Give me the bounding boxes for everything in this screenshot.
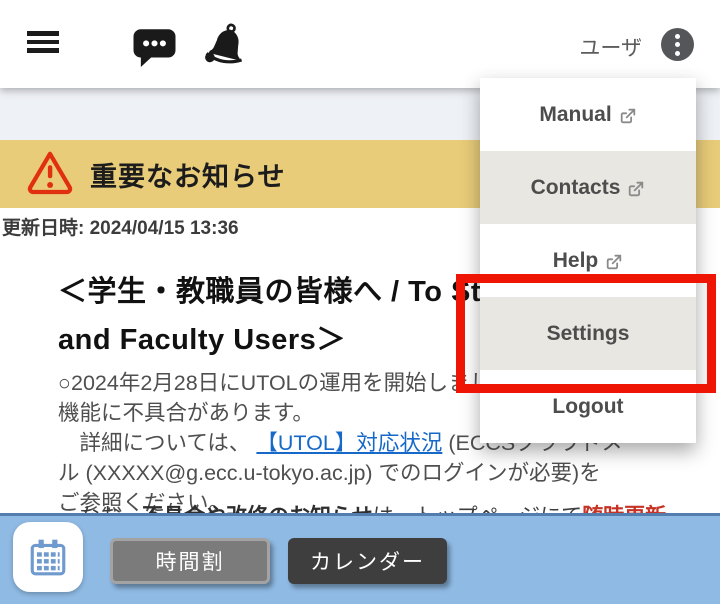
external-link-icon (627, 180, 645, 198)
menu-item-label: Help (552, 248, 599, 272)
updated-timestamp: 更新日時: 2024/04/15 13:36 (2, 218, 239, 239)
user-dropdown-menu: Manual Contacts Help Settings Logout (480, 78, 696, 443)
menu-item-settings[interactable]: Settings (480, 297, 696, 370)
external-link-icon (605, 253, 623, 271)
timetable-button[interactable]: 時間割 (110, 538, 270, 584)
kebab-menu-button[interactable] (661, 28, 694, 61)
app-header: ユーザ (0, 0, 720, 88)
bottom-toolbar: 時間割 カレンダー (0, 513, 720, 604)
hamburger-menu-button[interactable] (27, 31, 59, 57)
bell-icon (205, 23, 243, 64)
notice-title: 重要なお知らせ (90, 161, 286, 192)
menu-item-help[interactable]: Help (480, 224, 696, 297)
kebab-dot (675, 50, 680, 56)
menu-item-label: Contacts (530, 175, 621, 199)
hamburger-bar (27, 48, 59, 53)
link-line-before: 詳細については、 (58, 431, 257, 455)
calendar-button[interactable]: カレンダー (288, 538, 447, 584)
notice-text-line: ル (XXXXX@g.ecc.u-tokyo.ac.jp) でのログインが必要)… (58, 461, 601, 485)
kebab-dot (675, 33, 680, 39)
warning-triangle-icon (25, 148, 75, 201)
hamburger-bar (27, 31, 59, 36)
menu-item-contacts[interactable]: Contacts (480, 151, 696, 224)
menu-item-label: Manual (539, 102, 612, 126)
messages-button[interactable] (131, 25, 178, 72)
notifications-button[interactable] (201, 22, 253, 73)
timetable-icon (30, 539, 66, 576)
calendar-tile-button[interactable] (13, 522, 83, 592)
menu-item-label: Logout (552, 394, 624, 418)
user-label: ユーザ (579, 37, 642, 60)
utol-status-link[interactable]: 【UTOL】対応状況 (256, 431, 442, 455)
menu-item-manual[interactable]: Manual (480, 78, 696, 151)
utol-mobile-page: ユーザ 重要なお知らせ 更新日時: 2024/04/15 13:36 ＜学生・教… (0, 0, 720, 604)
kebab-dot (675, 42, 680, 47)
menu-item-label: Settings (546, 321, 630, 345)
menu-item-logout[interactable]: Logout (480, 370, 696, 443)
external-link-icon (619, 107, 637, 125)
chat-bubble-icon (133, 29, 176, 67)
hamburger-bar (27, 39, 59, 44)
